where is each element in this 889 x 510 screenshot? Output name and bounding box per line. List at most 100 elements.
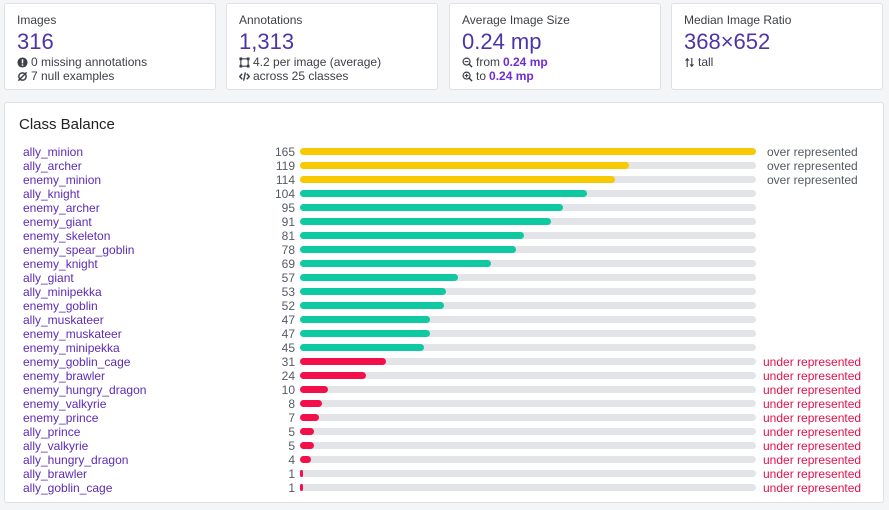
class-bar-track <box>300 274 756 281</box>
class-name-link[interactable]: enemy_goblin_cage <box>23 355 130 369</box>
class-bar-track <box>300 470 756 477</box>
median-image-ratio-card: Median Image Ratio 368×652 tall <box>671 3 883 90</box>
representation-status: under represented <box>763 425 862 439</box>
zoom-out-icon <box>462 57 473 68</box>
class-bar-track <box>300 148 756 155</box>
class-name-link[interactable]: ally_minion <box>23 145 83 159</box>
class-count: 7 <box>288 411 295 425</box>
class-bar-fill <box>300 330 430 337</box>
class-name-link[interactable]: ally_hungry_dragon <box>23 453 128 467</box>
empty-set-icon <box>17 71 28 82</box>
missing-annotations-line: 0 missing annotations <box>17 55 215 69</box>
card-value: 316 <box>17 29 54 54</box>
class-bar-fill <box>300 400 322 407</box>
class-row: ally_minion 165 over represented <box>5 145 883 159</box>
class-name-link[interactable]: ally_muskateer <box>23 313 104 327</box>
class-bar-track <box>300 484 756 491</box>
class-count: 1 <box>288 467 295 481</box>
class-count: 165 <box>274 145 295 159</box>
class-row: enemy_brawler 24 under represented <box>5 369 883 383</box>
class-name-link[interactable]: enemy_goblin <box>23 299 98 313</box>
representation-status: under represented <box>763 369 862 383</box>
class-bar-track <box>300 218 756 225</box>
size-from-value: 0.24 mp <box>503 55 548 69</box>
card-value: 368×652 <box>684 29 771 54</box>
class-count: 91 <box>281 215 295 229</box>
class-name-link[interactable]: enemy_valkyrie <box>23 397 106 411</box>
class-name-link[interactable]: ally_goblin_cage <box>23 481 112 495</box>
representation-status: under represented <box>763 467 862 481</box>
class-row: enemy_hungry_dragon 10 under represented <box>5 383 883 397</box>
card-title: Annotations <box>239 13 303 27</box>
class-name-link[interactable]: enemy_minipekka <box>23 341 120 355</box>
class-name-link[interactable]: ally_prince <box>23 425 80 439</box>
class-count: 119 <box>275 159 295 173</box>
class-row: ally_minipekka 53 <box>5 285 883 299</box>
class-count: 45 <box>281 341 295 355</box>
class-row: enemy_knight 69 <box>5 257 883 271</box>
average-image-size-card: Average Image Size 0.24 mp from 0.24 mp … <box>449 3 661 90</box>
card-line-text: across 25 classes <box>253 69 349 83</box>
class-bar-track <box>300 246 756 253</box>
class-count: 1 <box>288 481 295 495</box>
representation-status: over represented <box>767 145 858 159</box>
class-row: ally_archer 119 over represented <box>5 159 883 173</box>
size-to-line: to 0.24 mp <box>462 69 660 83</box>
class-name-link[interactable]: enemy_hungry_dragon <box>23 383 146 397</box>
representation-status: under represented <box>763 481 862 495</box>
class-bar-fill <box>300 176 615 183</box>
class-row: ally_prince 5 under represented <box>5 425 883 439</box>
class-count: 5 <box>288 425 295 439</box>
class-name-link[interactable]: ally_archer <box>23 159 82 173</box>
bounding-box-icon <box>239 56 250 68</box>
class-bar-track <box>300 400 756 407</box>
class-row: enemy_archer 95 <box>5 201 883 215</box>
class-name-link[interactable]: enemy_knight <box>23 257 98 271</box>
class-bar-track <box>300 344 756 351</box>
class-bar-fill <box>300 414 319 421</box>
class-row: enemy_skeleton 81 <box>5 229 883 243</box>
class-count: 104 <box>274 187 295 201</box>
card-title: Median Image Ratio <box>684 13 792 27</box>
class-name-link[interactable]: enemy_prince <box>23 411 98 425</box>
class-name-link[interactable]: enemy_muskateer <box>23 327 122 341</box>
class-row: ally_knight 104 <box>5 187 883 201</box>
class-count: 57 <box>281 271 295 285</box>
class-name-link[interactable]: enemy_minion <box>23 173 101 187</box>
class-count: 47 <box>281 327 295 341</box>
card-value: 1,313 <box>239 29 295 54</box>
card-line-text: from <box>476 55 500 69</box>
representation-status: under represented <box>763 397 862 411</box>
class-name-link[interactable]: enemy_brawler <box>23 369 105 383</box>
class-name-link[interactable]: enemy_skeleton <box>23 229 110 243</box>
card-title: Images <box>17 13 57 27</box>
class-bar-track <box>300 232 756 239</box>
class-name-link[interactable]: ally_brawler <box>23 467 87 481</box>
annotations-card: Annotations 1,313 4.2 per image (average… <box>226 3 438 90</box>
class-count: 78 <box>281 243 295 257</box>
class-bar-track <box>300 316 756 323</box>
class-bar-track <box>300 442 756 449</box>
class-count: 10 <box>281 383 295 397</box>
class-bar-fill <box>300 162 629 169</box>
class-row: ally_goblin_cage 1 under represented <box>5 481 883 495</box>
class-count: 24 <box>281 369 295 383</box>
class-bar-fill <box>300 232 524 239</box>
class-bar-track <box>300 176 756 183</box>
card-title: Average Image Size <box>462 13 570 27</box>
size-from-line: from 0.24 mp <box>462 55 660 69</box>
class-name-link[interactable]: ally_knight <box>23 187 80 201</box>
class-balance-title: Class Balance <box>19 116 115 133</box>
class-count: 81 <box>281 229 295 243</box>
class-bar-fill <box>300 484 303 491</box>
class-name-link[interactable]: enemy_spear_goblin <box>23 243 134 257</box>
class-bar-track <box>300 414 756 421</box>
class-name-link[interactable]: enemy_archer <box>23 201 100 215</box>
class-count: 5 <box>288 439 295 453</box>
class-name-link[interactable]: ally_minipekka <box>23 285 102 299</box>
class-name-link[interactable]: ally_giant <box>23 271 74 285</box>
class-name-link[interactable]: enemy_giant <box>23 215 92 229</box>
class-bar-track <box>300 330 756 337</box>
class-name-link[interactable]: ally_valkyrie <box>23 439 88 453</box>
class-bar-track <box>300 162 756 169</box>
